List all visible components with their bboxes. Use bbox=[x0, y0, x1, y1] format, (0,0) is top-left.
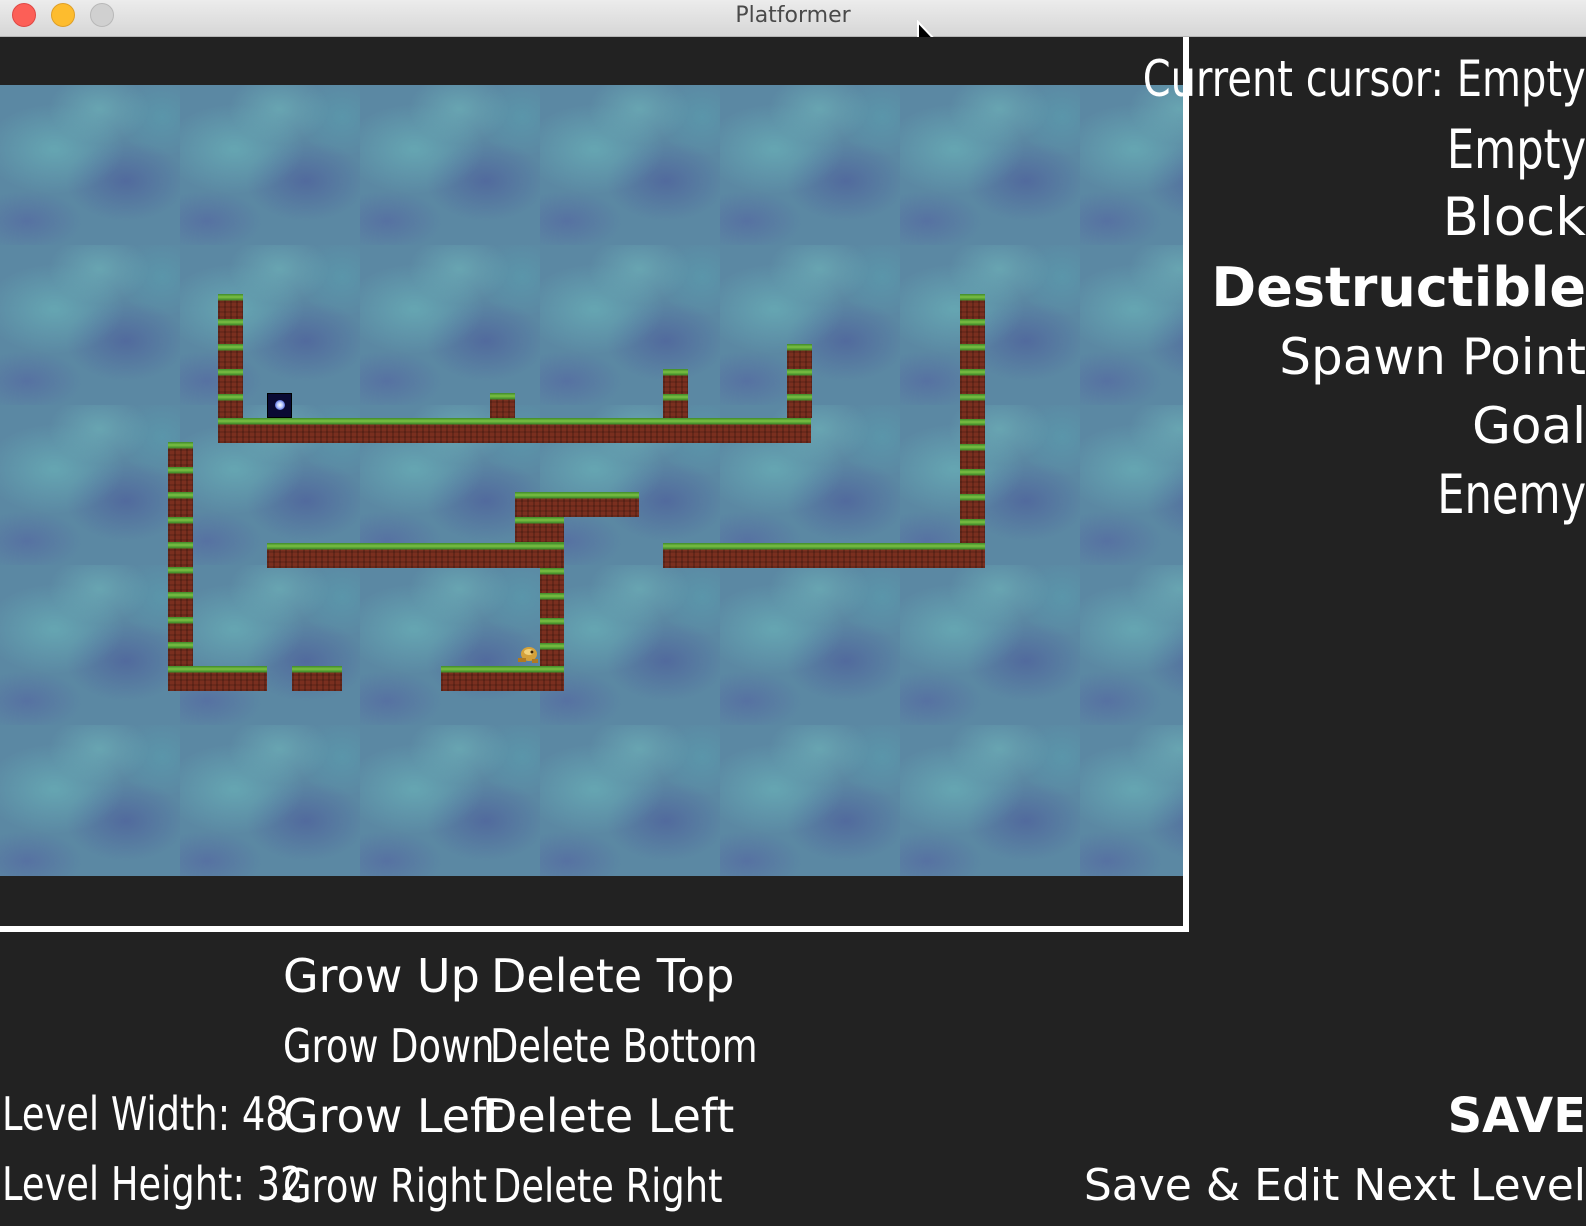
palette-item-block[interactable]: Block bbox=[1443, 185, 1586, 251]
block-tile[interactable] bbox=[218, 418, 811, 443]
palette-item-destructible[interactable]: Destructible bbox=[1211, 255, 1586, 321]
palette-item-spawn-point[interactable]: Spawn Point bbox=[1279, 324, 1586, 390]
level-height-label: Level Height: 32 bbox=[2, 1157, 304, 1211]
level-width-label: Level Width: 48 bbox=[2, 1087, 289, 1141]
palette-item-enemy[interactable]: Enemy bbox=[1437, 462, 1586, 528]
block-tile[interactable] bbox=[168, 666, 267, 691]
delete-top-button[interactable]: Delete Top bbox=[491, 943, 734, 1009]
spawn-point-marker[interactable] bbox=[267, 393, 292, 418]
block-tile[interactable] bbox=[787, 344, 812, 418]
save-and-edit-next-level-button[interactable]: Save & Edit Next Level bbox=[1084, 1153, 1586, 1219]
delete-bottom-button[interactable]: Delete Bottom bbox=[490, 1013, 758, 1079]
block-tile[interactable] bbox=[663, 369, 688, 418]
delete-left-button[interactable]: Delete Left bbox=[482, 1083, 734, 1149]
block-tile[interactable] bbox=[168, 442, 193, 666]
block-tile[interactable] bbox=[218, 294, 243, 418]
window-title: Platformer bbox=[735, 3, 851, 28]
title-bar: Platformer bbox=[0, 0, 1586, 37]
block-tile[interactable] bbox=[267, 543, 564, 568]
enemy-sprite-icon[interactable] bbox=[516, 643, 540, 665]
palette-item-goal[interactable]: Goal bbox=[1472, 393, 1586, 459]
current-cursor-label: Current cursor: Empty bbox=[1143, 50, 1586, 108]
block-tile[interactable] bbox=[515, 492, 639, 517]
grow-right-button[interactable]: Grow Right bbox=[283, 1153, 487, 1219]
block-tile[interactable] bbox=[540, 568, 564, 666]
tile-palette: Current cursor: Empty Empty Block Destru… bbox=[1143, 37, 1586, 932]
level-canvas[interactable] bbox=[0, 85, 1183, 876]
grow-left-button[interactable]: Grow Left bbox=[283, 1083, 503, 1149]
block-tile[interactable] bbox=[292, 666, 342, 691]
block-tile[interactable] bbox=[441, 666, 564, 691]
grow-down-button[interactable]: Grow Down bbox=[283, 1013, 494, 1079]
block-tile[interactable] bbox=[960, 294, 985, 543]
block-tile[interactable] bbox=[663, 543, 985, 568]
level-viewport bbox=[0, 37, 1189, 932]
palette-item-empty[interactable]: Empty bbox=[1447, 117, 1586, 183]
delete-right-button[interactable]: Delete Right bbox=[493, 1153, 723, 1219]
grow-up-button[interactable]: Grow Up bbox=[283, 943, 480, 1009]
block-tile[interactable] bbox=[490, 393, 515, 418]
block-tile[interactable] bbox=[515, 517, 564, 543]
save-button[interactable]: SAVE bbox=[1448, 1083, 1586, 1149]
